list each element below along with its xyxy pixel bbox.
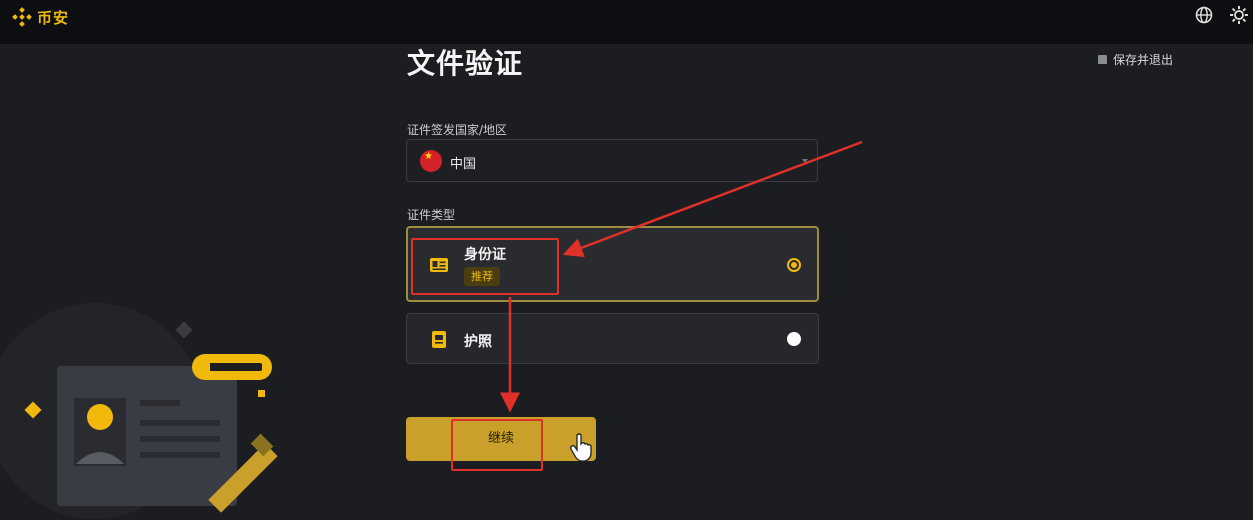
id-card-radio[interactable] — [787, 258, 801, 272]
country-value: 中国 — [450, 157, 477, 172]
page-title: 文件验证 — [407, 47, 524, 80]
annotation-box-continue — [451, 419, 543, 471]
hand-cursor-icon — [570, 433, 592, 462]
save-and-exit-link[interactable]: 保存并退出 — [1098, 51, 1173, 68]
china-flag-icon: ★ — [420, 150, 442, 172]
country-select[interactable]: ★ 中国 — [406, 139, 818, 182]
country-label: 证件签发国家/地区 — [407, 123, 508, 137]
theme-settings-icon[interactable] — [1230, 6, 1248, 24]
annotation-box-id-card — [411, 238, 559, 295]
chevron-down-icon — [802, 159, 808, 163]
save-icon — [1098, 55, 1107, 64]
option-passport-label: 护照 — [464, 334, 492, 350]
globe-icon[interactable] — [1195, 6, 1213, 24]
binance-logo[interactable]: 币安 — [12, 6, 69, 28]
top-bar: 币安 — [0, 0, 1253, 44]
binance-logo-icon — [12, 7, 32, 27]
option-passport[interactable]: 护照 — [406, 313, 819, 364]
document-type-label: 证件类型 — [407, 208, 456, 222]
document-illustration — [0, 303, 278, 519]
passport-radio[interactable] — [787, 332, 801, 346]
brand-name: 币安 — [37, 8, 70, 27]
save-and-exit-label: 保存并退出 — [1113, 53, 1174, 67]
passport-icon — [432, 331, 446, 348]
